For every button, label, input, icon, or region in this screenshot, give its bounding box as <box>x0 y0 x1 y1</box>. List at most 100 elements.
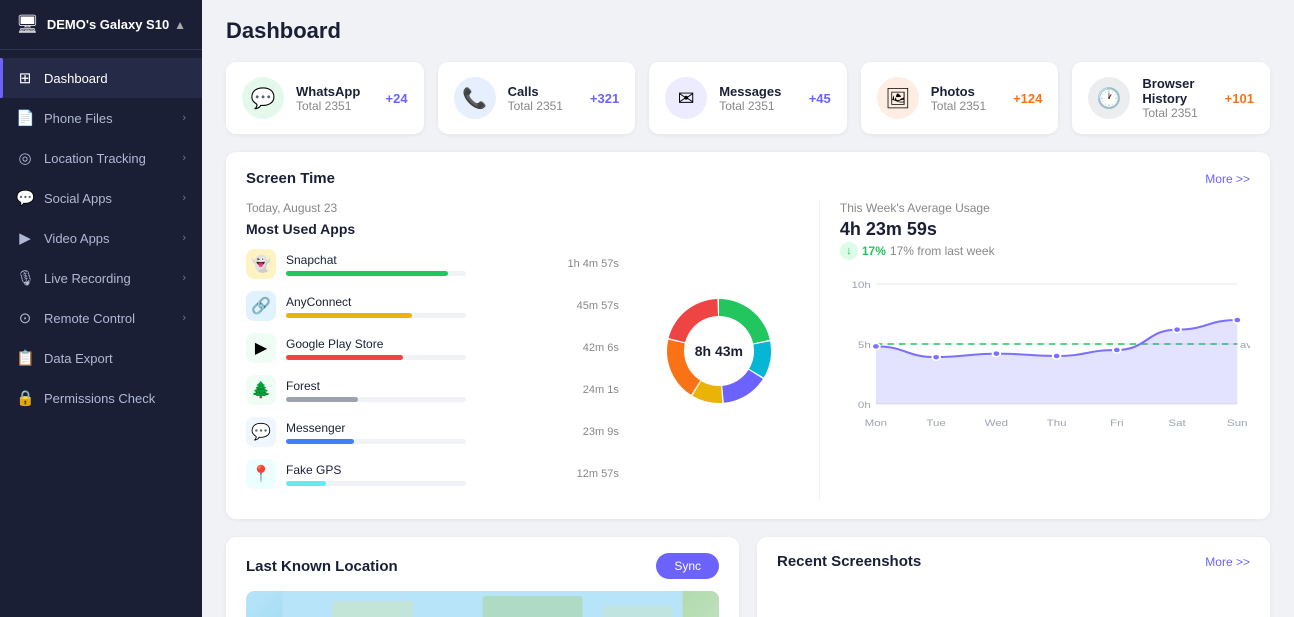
chart-xlabel: Sun <box>1227 419 1248 429</box>
app-bar-container-Forest <box>286 397 466 402</box>
weekly-chart: 0h5h10havgMonTueWedThuFriSatSun <box>840 274 1250 434</box>
screenshots-card: Recent Screenshots More >> <box>757 537 1270 617</box>
chart-xlabel: Tue <box>926 419 946 429</box>
sidebar-item-live-recording[interactable]: 🎙 Live Recording › <box>0 258 202 298</box>
stat-icon-browser-history: 🕐 <box>1088 77 1130 119</box>
donut-segment <box>749 341 771 377</box>
screen-time-title: Screen Time <box>246 170 335 187</box>
app-row-google-play-store: ▶ Google Play Store 42m 6s <box>246 333 619 363</box>
nav-label-video-apps: Video Apps <box>44 231 172 246</box>
stat-emoji-messages: ✉ <box>678 86 695 111</box>
nav-label-permissions-check: Permissions Check <box>44 391 186 406</box>
stat-info-messages: Messages Total 2351 <box>719 84 797 113</box>
chart-xlabel: Fri <box>1110 419 1123 429</box>
app-name-Forest: Forest <box>286 379 567 393</box>
app-details-Snapchat: Snapchat <box>286 253 551 276</box>
stat-card-photos[interactable]: 🖼 Photos Total 2351 +124 <box>861 62 1059 134</box>
bottom-row: Last Known Location Sync Rece <box>226 537 1270 617</box>
stat-card-messages[interactable]: ✉ Messages Total 2351 +45 <box>649 62 847 134</box>
sidebar-item-dashboard[interactable]: ⊞ Dashboard <box>0 58 202 98</box>
sidebar-item-location-tracking[interactable]: ◎ Location Tracking › <box>0 138 202 178</box>
app-time-Snapchat: 1h 4m 57s <box>567 258 618 270</box>
chart-xlabel: Sat <box>1168 419 1185 429</box>
app-details-Fake GPS: Fake GPS <box>286 463 561 486</box>
donut-col: 8h 43m <box>639 201 799 501</box>
chart-dot <box>1173 327 1181 333</box>
app-details-Forest: Forest <box>286 379 567 402</box>
chart-dot <box>872 343 880 349</box>
stat-emoji-calls: 📞 <box>462 86 487 111</box>
app-time-Messenger: 23m 9s <box>583 426 619 438</box>
sidebar-item-data-export[interactable]: 📋 Data Export <box>0 338 202 378</box>
app-row-anyconnect: 🔗 AnyConnect 45m 57s <box>246 291 619 321</box>
app-time-AnyConnect: 45m 57s <box>577 300 619 312</box>
chart-ylabel: 5h <box>858 341 871 351</box>
chart-xlabel: Thu <box>1047 419 1067 429</box>
device-header[interactable]: 🖥 DEMO's Galaxy S10 ▲ <box>0 0 202 50</box>
app-name-AnyConnect: AnyConnect <box>286 295 561 309</box>
app-icon-Fake GPS: 📍 <box>246 459 276 489</box>
most-used-title: Most Used Apps <box>246 221 619 237</box>
donut-segment <box>722 370 763 403</box>
sidebar-item-video-apps[interactable]: ▶ Video Apps › <box>0 218 202 258</box>
stat-card-calls[interactable]: 📞 Calls Total 2351 +321 <box>438 62 636 134</box>
weekly-label: This Week's Average Usage <box>840 201 1250 215</box>
app-list: 👻 Snapchat 1h 4m 57s 🔗 AnyConnect 45m 57… <box>246 249 619 489</box>
stat-icon-photos: 🖼 <box>877 77 919 119</box>
nav-arrow-live-recording: › <box>182 272 186 284</box>
sidebar-item-phone-files[interactable]: 📄 Phone Files › <box>0 98 202 138</box>
stat-total-browser-history: Total 2351 <box>1142 106 1212 120</box>
app-bar-Snapchat <box>286 271 448 276</box>
app-icon-Snapchat: 👻 <box>246 249 276 279</box>
sidebar-item-permissions-check[interactable]: 🔒 Permissions Check <box>0 378 202 418</box>
app-bar-container-Messenger <box>286 439 466 444</box>
delta-pct: 17% <box>862 244 886 258</box>
chart-dot <box>992 351 1000 357</box>
stat-total-photos: Total 2351 <box>931 99 1001 113</box>
stat-info-photos: Photos Total 2351 <box>931 84 1001 113</box>
screen-time-header: Screen Time More >> <box>246 170 1250 187</box>
app-usage-col: Today, August 23 Most Used Apps 👻 Snapch… <box>246 201 619 501</box>
stat-delta-messages: +45 <box>809 91 831 106</box>
device-icon: 🖥 <box>16 14 39 35</box>
location-card: Last Known Location Sync <box>226 537 739 617</box>
stats-row: 💬 WhatsApp Total 2351 +24 📞 Calls Total … <box>226 62 1270 134</box>
stat-card-browser-history[interactable]: 🕐 Browser History Total 2351 +101 <box>1072 62 1270 134</box>
stat-icon-messages: ✉ <box>665 77 707 119</box>
sidebar-item-social-apps[interactable]: 💬 Social Apps › <box>0 178 202 218</box>
sidebar-item-remote-control[interactable]: ⊙ Remote Control › <box>0 298 202 338</box>
app-icon-Messenger: 💬 <box>246 417 276 447</box>
device-expand-icon[interactable]: ▲ <box>174 18 186 32</box>
nav-icon-dashboard: ⊞ <box>16 69 34 87</box>
app-bar-Forest <box>286 397 358 402</box>
sync-button[interactable]: Sync <box>656 553 719 579</box>
donut-segment <box>719 299 770 343</box>
stat-delta-calls: +321 <box>590 91 619 106</box>
stat-delta-whatsapp: +24 <box>386 91 408 106</box>
app-row-fake-gps: 📍 Fake GPS 12m 57s <box>246 459 619 489</box>
donut-center-label: 8h 43m <box>695 343 743 359</box>
sidebar: 🖥 DEMO's Galaxy S10 ▲ ⊞ Dashboard 📄 Phon… <box>0 0 202 617</box>
stat-delta-browser-history: +101 <box>1225 91 1254 106</box>
nav-label-live-recording: Live Recording <box>44 271 172 286</box>
nav-label-remote-control: Remote Control <box>44 311 172 326</box>
location-header: Last Known Location Sync <box>246 553 719 579</box>
app-time-Forest: 24m 1s <box>583 384 619 396</box>
chart-dot <box>932 354 940 360</box>
chart-xlabel: Mon <box>865 419 888 429</box>
app-details-Messenger: Messenger <box>286 421 567 444</box>
nav-icon-location-tracking: ◎ <box>16 149 34 167</box>
stat-card-whatsapp[interactable]: 💬 WhatsApp Total 2351 +24 <box>226 62 424 134</box>
app-name-Google Play Store: Google Play Store <box>286 337 567 351</box>
nav-icon-data-export: 📋 <box>16 349 34 367</box>
chart-dot <box>1233 317 1241 323</box>
app-icon-Google Play Store: ▶ <box>246 333 276 363</box>
app-bar-container-Snapchat <box>286 271 466 276</box>
chart-xlabel: Wed <box>984 419 1008 429</box>
nav-arrow-location-tracking: › <box>182 152 186 164</box>
app-details-Google Play Store: Google Play Store <box>286 337 567 360</box>
app-bar-Fake GPS <box>286 481 326 486</box>
screen-time-more[interactable]: More >> <box>1205 172 1250 186</box>
app-row-forest: 🌲 Forest 24m 1s <box>246 375 619 405</box>
screenshots-more[interactable]: More >> <box>1205 555 1250 569</box>
